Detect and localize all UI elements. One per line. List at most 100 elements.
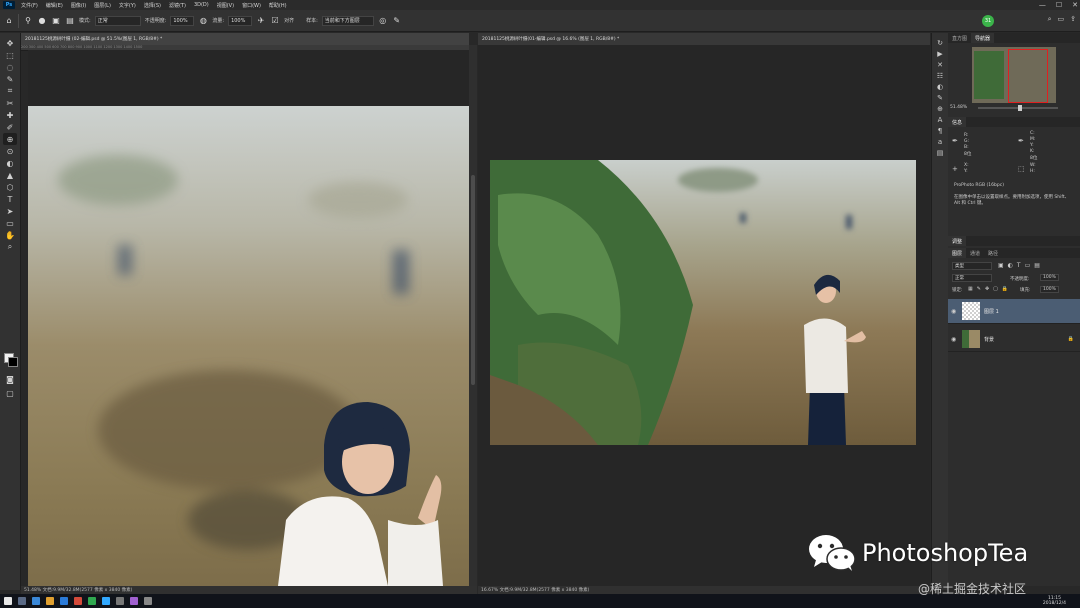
lock-paint-icon[interactable]: ✎ xyxy=(977,286,981,292)
navigator-zoom-slider[interactable] xyxy=(978,105,1058,111)
app-icon[interactable] xyxy=(144,597,152,605)
tab-histogram[interactable]: 直方图 xyxy=(948,33,971,43)
marquee-tool-icon[interactable]: ⬚ xyxy=(3,49,17,61)
lock-artboard-icon[interactable]: ▢ xyxy=(993,286,998,292)
tools-preset-icon[interactable]: ✕ xyxy=(935,59,945,70)
adjust-panel-icon[interactable]: ◐ xyxy=(935,81,945,92)
menu-layer[interactable]: 图层(L) xyxy=(90,2,115,9)
avatar[interactable]: 31 xyxy=(982,15,994,27)
lasso-tool-icon[interactable]: ◌ xyxy=(3,61,17,73)
libraries-panel-icon[interactable]: ▤ xyxy=(935,147,945,158)
crop-tool-icon[interactable]: ⌗ xyxy=(3,85,17,97)
workspace-icon[interactable]: ▭ xyxy=(1058,15,1065,24)
navigator-view-box[interactable] xyxy=(1008,49,1048,103)
background-color-swatch[interactable] xyxy=(8,357,18,367)
task-view-icon[interactable] xyxy=(32,597,40,605)
opacity-input[interactable]: 100% xyxy=(170,15,195,26)
lock-all-icon[interactable]: 🔒 xyxy=(1002,286,1008,292)
brush-panel-icon[interactable]: ▣ xyxy=(51,16,61,26)
document-tab-left[interactable]: 20181125桃源树叶摄 (02-编辑.psd @ 51.5%(图层 1, R… xyxy=(21,33,469,45)
brush-panel-icon[interactable]: ✎ xyxy=(935,92,945,103)
lock-transparent-icon[interactable]: ▦ xyxy=(968,286,973,292)
explorer-icon[interactable] xyxy=(46,597,54,605)
glyphs-panel-icon[interactable]: a xyxy=(935,136,945,147)
canvas-right[interactable] xyxy=(478,45,930,586)
menu-filter[interactable]: 滤镜(T) xyxy=(165,2,190,9)
tab-navigator[interactable]: 导航器 xyxy=(971,33,995,43)
hand-tool-icon[interactable]: ✋ xyxy=(3,229,17,241)
tab-layers[interactable]: 图层 xyxy=(948,248,967,258)
pen-tool-icon[interactable]: ⬡ xyxy=(3,181,17,193)
search-icon[interactable] xyxy=(18,597,26,605)
filter-adjust-icon[interactable]: ◐ xyxy=(1008,262,1013,269)
taskbar-clock[interactable]: 11:15 2018/12/4 xyxy=(1043,594,1066,608)
filter-smart-icon[interactable]: ▤ xyxy=(1034,262,1040,269)
scrollbar-thumb[interactable] xyxy=(471,175,475,385)
ignore-adjustment-icon[interactable]: ◎ xyxy=(378,16,388,26)
tab-channels[interactable]: 通道 xyxy=(966,248,984,258)
brush-size-icon[interactable]: ● xyxy=(37,16,47,26)
close-icon[interactable]: ✕ xyxy=(1072,1,1078,9)
menu-help[interactable]: 帮助(H) xyxy=(265,2,291,9)
lock-move-icon[interactable]: ✥ xyxy=(985,286,989,292)
eyedropper-tool-icon[interactable]: ✚ xyxy=(3,109,17,121)
app-icon[interactable] xyxy=(74,597,82,605)
canvas-left[interactable] xyxy=(28,50,469,586)
search-icon[interactable]: ⌕ xyxy=(1048,15,1052,24)
flow-input[interactable]: 100% xyxy=(228,15,253,26)
menu-file[interactable]: 文件(F) xyxy=(17,2,42,9)
gradient-tool-icon[interactable]: ▲ xyxy=(3,169,17,181)
maximize-icon[interactable]: ☐ xyxy=(1056,1,1062,9)
photoshop-taskbar-icon[interactable] xyxy=(102,597,110,605)
menu-image[interactable]: 图像(I) xyxy=(67,2,90,9)
layer-opacity-input[interactable]: 100% xyxy=(1040,274,1059,281)
paragraph-panel-icon[interactable]: ¶ xyxy=(935,125,945,136)
slider-handle[interactable] xyxy=(1018,105,1022,111)
slice-tool-icon[interactable]: ✂ xyxy=(3,97,17,109)
app-icon[interactable] xyxy=(116,597,124,605)
sample-select[interactable]: 当前和下方图层 xyxy=(321,15,374,26)
clone-source-panel-icon[interactable]: ⊕ xyxy=(935,103,945,114)
pressure-opacity-icon[interactable]: ◍ xyxy=(198,16,208,26)
clone-source-icon[interactable]: ▤ xyxy=(65,16,75,26)
edge-icon[interactable] xyxy=(60,597,68,605)
history-panel-icon[interactable]: ↻ xyxy=(935,37,945,48)
navigator-zoom[interactable]: 51.48% xyxy=(950,105,967,110)
path-select-tool-icon[interactable]: ➤ xyxy=(3,205,17,217)
app-icon[interactable] xyxy=(130,597,138,605)
wechat-icon[interactable] xyxy=(88,597,96,605)
layer-row-background[interactable]: ◉ 背景 🔒 xyxy=(948,327,1080,352)
tab-adjustments[interactable]: 调整 xyxy=(948,236,967,246)
minimize-icon[interactable]: — xyxy=(1039,1,1046,9)
character-panel-icon[interactable]: A xyxy=(935,114,945,125)
visibility-eye-icon[interactable]: ◉ xyxy=(951,308,956,315)
layer-row-layer1[interactable]: ◉ 图层 1 xyxy=(948,299,1080,324)
filter-type-icon[interactable]: T xyxy=(1017,262,1021,269)
align-checkbox[interactable]: ☑ xyxy=(270,16,280,26)
quick-mask-icon[interactable]: ◙ xyxy=(3,373,17,385)
menu-select[interactable]: 选择(S) xyxy=(140,2,165,9)
airbrush-icon[interactable]: ✈ xyxy=(256,16,266,26)
actions-panel-icon[interactable]: ▶ xyxy=(935,48,945,59)
menu-type[interactable]: 文字(Y) xyxy=(115,2,140,9)
properties-panel-icon[interactable]: ☷ xyxy=(935,70,945,81)
menu-edit[interactable]: 编辑(E) xyxy=(42,2,67,9)
start-icon[interactable] xyxy=(4,597,12,605)
move-tool-icon[interactable]: ✥ xyxy=(3,37,17,49)
mode-select[interactable]: 正常 xyxy=(94,15,141,26)
eraser-tool-icon[interactable]: ◐ xyxy=(3,157,17,169)
type-tool-icon[interactable]: T xyxy=(3,193,17,205)
menu-view[interactable]: 视图(V) xyxy=(213,2,238,9)
clone-stamp-tool-icon[interactable]: ⊕ xyxy=(3,133,17,145)
blend-mode-select[interactable]: 正常 xyxy=(952,274,992,282)
document-tab-right[interactable]: 20181125桃源树叶摄(01-编辑.psd @ 16.6% (图层 1, R… xyxy=(478,33,930,45)
fill-input[interactable]: 100% xyxy=(1040,286,1059,293)
rectangle-tool-icon[interactable]: ▭ xyxy=(3,217,17,229)
menu-3d[interactable]: 3D(D) xyxy=(190,2,213,8)
screen-mode-icon[interactable]: ▢ xyxy=(3,387,17,399)
healing-brush-tool-icon[interactable]: ✐ xyxy=(3,121,17,133)
layer-filter-select[interactable]: 类型 xyxy=(952,262,992,270)
share-icon[interactable]: ⇪ xyxy=(1070,15,1076,24)
navigator-thumbnail[interactable] xyxy=(972,47,1056,103)
filter-pixel-icon[interactable]: ▣ xyxy=(998,262,1004,269)
